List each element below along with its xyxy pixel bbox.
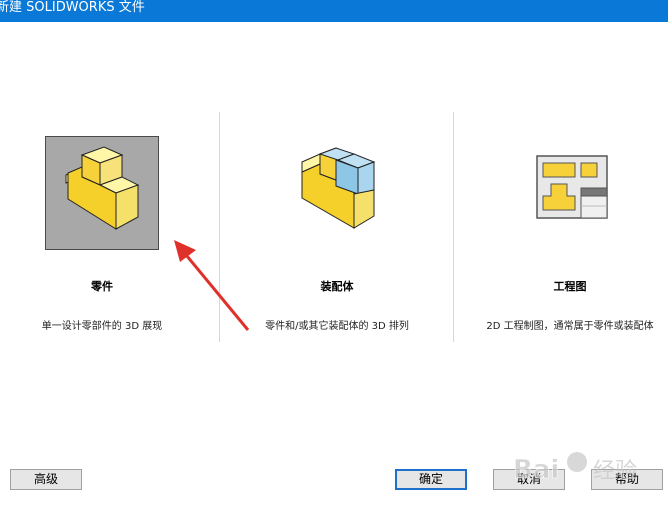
watermark-logo-icon: Bai 经验 <box>513 452 637 485</box>
part-icon <box>65 146 140 230</box>
svg-text:Bai: Bai <box>513 455 559 485</box>
assembly-icon <box>301 147 376 229</box>
drawing-icon <box>536 155 608 219</box>
divider <box>453 112 454 342</box>
annotation-arrow-icon <box>174 240 250 331</box>
svg-text:经验: 经验 <box>593 459 637 484</box>
advanced-button[interactable]: 高级 <box>10 469 82 490</box>
window-title: 新建 SOLIDWORKS 文件 <box>0 0 145 15</box>
drawing-label[interactable]: 工程图 <box>470 278 668 294</box>
drawing-description: 2D 工程制图，通常属于零件或装配体 <box>486 321 654 332</box>
part-option[interactable] <box>45 136 159 250</box>
ok-button[interactable]: 确定 <box>395 469 467 490</box>
drawing-option[interactable] <box>513 136 627 250</box>
assembly-option[interactable] <box>280 136 394 250</box>
assembly-label[interactable]: 装配体 <box>237 278 437 294</box>
assembly-description: 零件和/或其它装配体的 3D 排列 <box>265 321 409 332</box>
title-bar: 新建 SOLIDWORKS 文件 <box>0 0 668 22</box>
